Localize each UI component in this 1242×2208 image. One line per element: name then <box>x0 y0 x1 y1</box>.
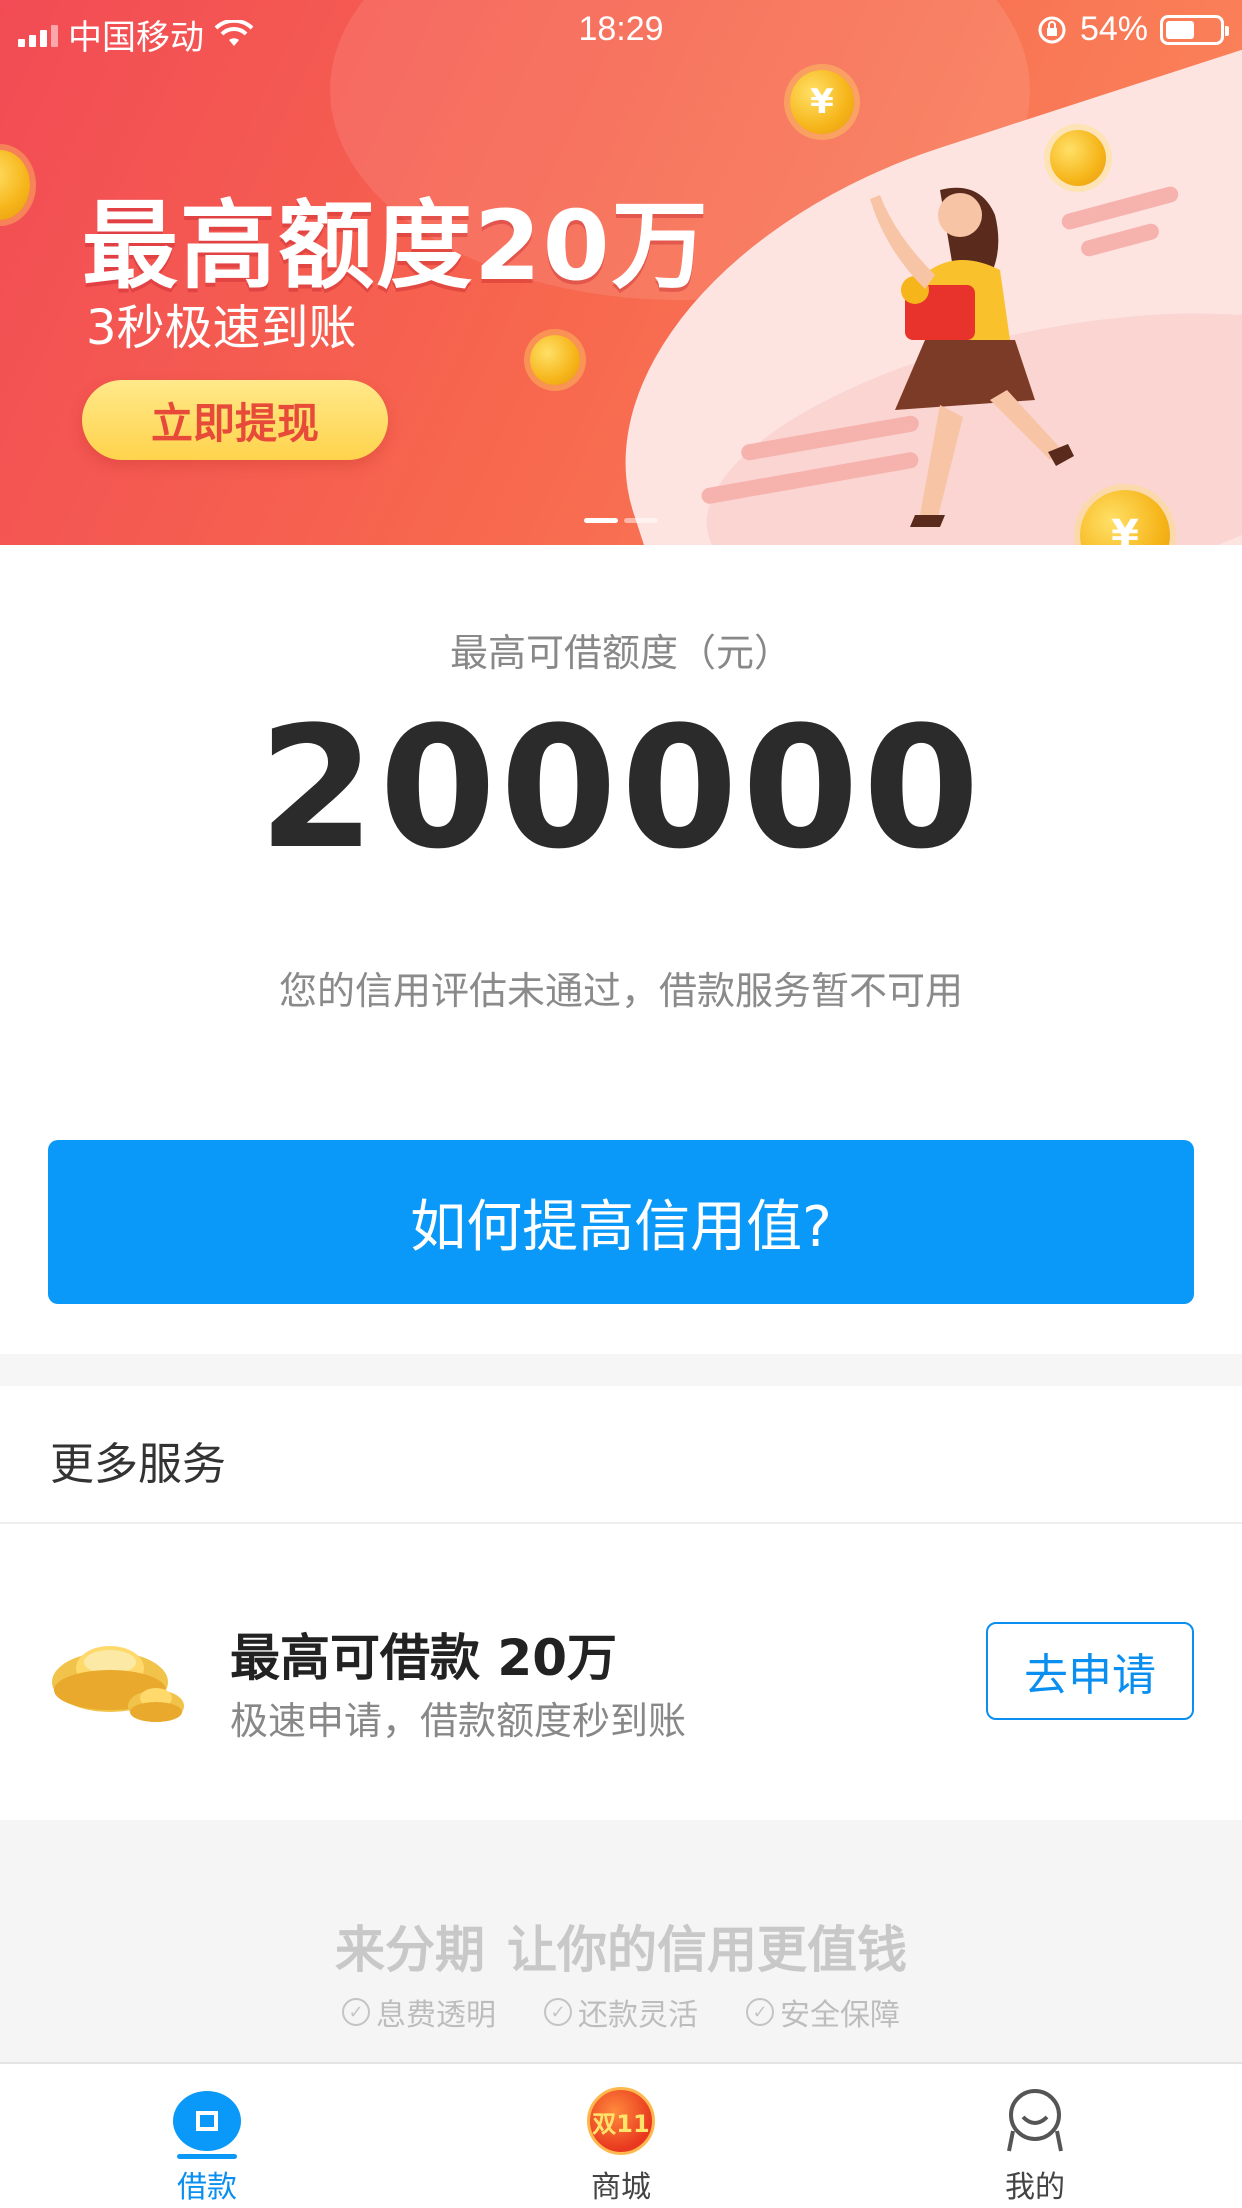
feature-item: ✓ 息费透明 <box>342 1990 496 2034</box>
tab-label: 借款 <box>177 2170 237 2205</box>
tab-loan[interactable]: 借款 <box>0 2064 414 2208</box>
coin-icon <box>530 335 580 385</box>
tab-mall[interactable]: 双11 商城 <box>414 2064 828 2208</box>
battery-percent: 54% <box>1079 10 1148 48</box>
coin-icon <box>0 150 30 220</box>
credit-limit-label: 最高可借额度（元） <box>449 631 792 675</box>
slogan-footer: 来分期 让你的信用更值钱 ✓ 息费透明 ✓ 还款灵活 ✓ 安全保障 <box>0 1820 1242 2062</box>
feature-label: 安全保障 <box>780 1998 900 2033</box>
service-title: 最高可借款 20万 <box>230 1629 617 1687</box>
double11-mall-icon: 双11 <box>586 2086 656 2156</box>
feature-label: 息费透明 <box>376 1998 496 2033</box>
gold-ingot-icon <box>52 1646 184 1722</box>
service-item[interactable]: 最高可借款 20万 极速申请，借款额度秒到账 去申请 <box>0 1560 1242 1820</box>
section-separator <box>0 1354 1242 1386</box>
promo-banner[interactable]: ¥ ¥ 最高额度20万 3秒极速到账 立即提现 <box>0 0 1242 545</box>
feature-list: ✓ 息费透明 ✓ 还款灵活 ✓ 安全保障 <box>0 1990 1242 2034</box>
withdraw-now-button[interactable]: 立即提现 <box>82 380 388 460</box>
check-circle-icon: ✓ <box>746 1998 774 2026</box>
brand-name: 来分期 <box>335 1921 485 1979</box>
woman-illustration-icon <box>870 187 1074 527</box>
feature-label: 还款灵活 <box>578 1998 698 2033</box>
more-services-title: 更多服务 <box>50 1439 226 1490</box>
rotation-lock-icon <box>1038 16 1066 43</box>
tab-label: 我的 <box>1005 2170 1065 2205</box>
banner-subheadline: 3秒极速到账 <box>86 300 357 356</box>
feature-item: ✓ 安全保障 <box>746 1990 900 2034</box>
check-circle-icon: ✓ <box>544 1998 572 2026</box>
apply-button[interactable]: 去申请 <box>986 1622 1194 1720</box>
tab-label: 商城 <box>591 2170 651 2205</box>
double11-badge: 双11 <box>587 2087 655 2155</box>
divider <box>0 1522 1242 1524</box>
loan-icon <box>172 2086 242 2159</box>
coin-icon: ¥ <box>790 70 854 134</box>
status-bar: 中国移动 18:29 54% <box>0 0 1242 60</box>
credit-status-notice: 您的信用评估未通过，借款服务暂不可用 <box>278 969 963 1013</box>
carousel-dot <box>624 518 658 523</box>
bottom-tab-bar: 借款 双11 商城 我的 <box>0 2062 1242 2208</box>
service-description: 极速申请，借款额度秒到账 <box>230 1699 687 1743</box>
improve-credit-button[interactable]: 如何提高信用值? <box>48 1140 1194 1304</box>
profile-icon <box>1000 2086 1070 2156</box>
carousel-dot-active <box>584 518 618 523</box>
carousel-indicator <box>584 518 658 523</box>
banner-headline: 最高额度20万 <box>82 190 710 302</box>
slogan-tagline: 让你的信用更值钱 <box>507 1921 907 1979</box>
tab-mine[interactable]: 我的 <box>828 2064 1242 2208</box>
battery-icon <box>1160 14 1229 45</box>
feature-item: ✓ 还款灵活 <box>544 1990 698 2034</box>
slogan-text: 来分期 让你的信用更值钱 <box>0 1910 1242 1982</box>
check-circle-icon: ✓ <box>342 1998 370 2026</box>
credit-limit-amount: 200000 <box>258 690 984 886</box>
